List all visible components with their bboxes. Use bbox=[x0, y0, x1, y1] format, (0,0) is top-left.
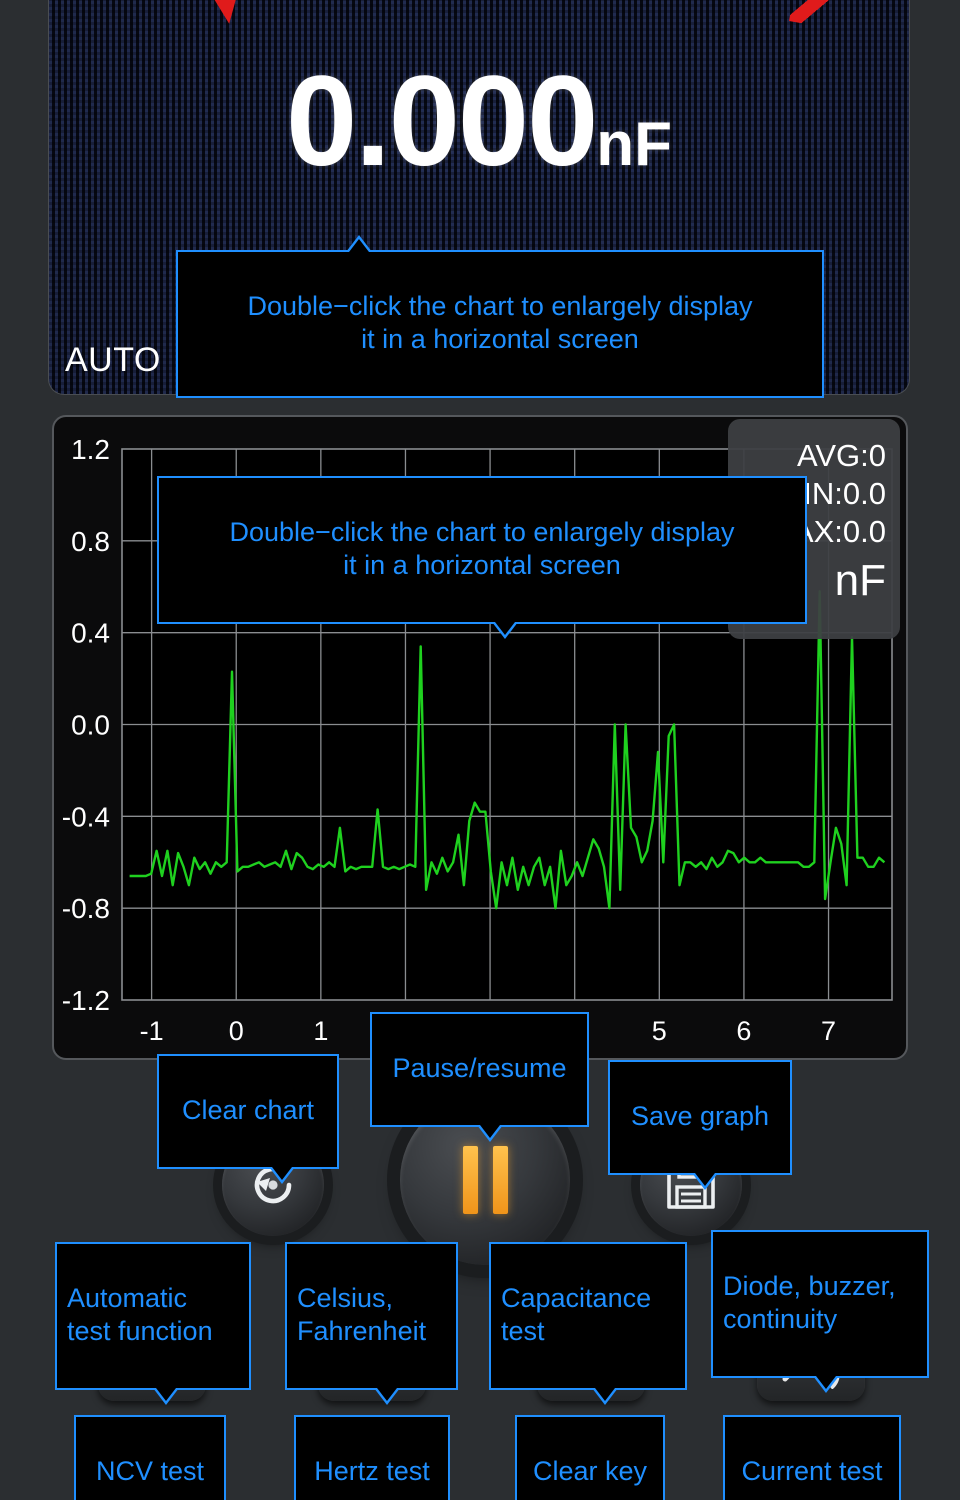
callout-clear-key-text: Clear key bbox=[532, 1455, 648, 1486]
callout-ncv-text: NCV test bbox=[95, 1455, 205, 1486]
callout-hertz: Hertz test bbox=[294, 1415, 450, 1500]
pause-icon bbox=[462, 1146, 508, 1214]
callout-auto-text: Automatic test function bbox=[67, 1282, 213, 1346]
callout-current: Current test bbox=[723, 1415, 901, 1500]
callout-celsius-fahrenheit-text: Celsius, Fahrenheit bbox=[297, 1282, 427, 1346]
svg-text:-1: -1 bbox=[140, 1016, 164, 1046]
svg-text:1.2: 1.2 bbox=[71, 434, 110, 465]
svg-text:6: 6 bbox=[736, 1016, 751, 1046]
callout-ncv: NCV test bbox=[74, 1415, 226, 1500]
callout-pause-resume-text: Pause/resume bbox=[392, 1052, 567, 1083]
callout-diode-buzzer-text: Diode, buzzer, continuity bbox=[723, 1270, 896, 1334]
callout-tail-icon bbox=[477, 1124, 503, 1142]
callout-tail-icon bbox=[346, 235, 372, 252]
callout-chart-text: Double−click the chart to enlargely disp… bbox=[229, 516, 735, 580]
callout-tail-icon bbox=[153, 1387, 179, 1405]
measurement-reading: 0.000nF bbox=[49, 58, 909, 186]
reading-value: 0.000 bbox=[285, 50, 598, 193]
callout-capacitance: Capacitance test bbox=[489, 1242, 687, 1405]
callout-current-text: Current test bbox=[741, 1455, 883, 1486]
callout-tail-icon bbox=[692, 1172, 718, 1190]
callout-diode-buzzer: Diode, buzzer, continuity bbox=[711, 1230, 929, 1393]
callout-auto: Automatic test function bbox=[55, 1242, 251, 1405]
callout-tail-icon bbox=[374, 1387, 400, 1405]
callout-tail-icon bbox=[269, 1166, 295, 1184]
callout-save-graph: Save graph bbox=[608, 1060, 792, 1190]
svg-text:7: 7 bbox=[821, 1016, 836, 1046]
callout-clear-chart-text: Clear chart bbox=[181, 1094, 315, 1125]
callout-display-text: Double−click the chart to enlargely disp… bbox=[247, 290, 753, 354]
callout-hertz-text: Hertz test bbox=[314, 1455, 430, 1486]
callout-capacitance-text: Capacitance test bbox=[501, 1282, 652, 1346]
svg-text:-1.2: -1.2 bbox=[62, 985, 110, 1016]
callout-display-doubleclick: Double−click the chart to enlargely disp… bbox=[176, 235, 824, 398]
callout-tail-icon bbox=[592, 1387, 618, 1405]
callout-celsius-fahrenheit: Celsius, Fahrenheit bbox=[285, 1242, 458, 1405]
svg-text:5: 5 bbox=[652, 1016, 667, 1046]
range-mode-label: AUTO bbox=[65, 341, 161, 379]
red-arrow-right-icon bbox=[789, 0, 851, 31]
callout-save-graph-text: Save graph bbox=[630, 1100, 770, 1131]
svg-text:1: 1 bbox=[313, 1016, 328, 1046]
callout-clear-chart: Clear chart bbox=[157, 1054, 339, 1184]
reading-unit: nF bbox=[596, 110, 673, 179]
callout-chart-doubleclick: Double−click the chart to enlargely disp… bbox=[157, 476, 807, 639]
multimeter-app-screen: 0.000nF AUTO Double−click the chart to e… bbox=[0, 0, 960, 1500]
svg-text:0: 0 bbox=[229, 1016, 244, 1046]
stat-avg: AVG:0 bbox=[796, 438, 886, 473]
callout-pause-resume: Pause/resume bbox=[370, 1012, 589, 1142]
callout-tail-icon bbox=[492, 621, 518, 639]
svg-text:0.8: 0.8 bbox=[71, 526, 110, 557]
callout-tail-icon bbox=[813, 1375, 839, 1393]
svg-text:0.4: 0.4 bbox=[71, 618, 110, 649]
svg-text:0.0: 0.0 bbox=[71, 710, 110, 741]
red-arrow-left-icon bbox=[195, 0, 255, 28]
callout-clear-key: Clear key bbox=[515, 1415, 665, 1500]
svg-text:-0.8: -0.8 bbox=[62, 893, 110, 924]
svg-text:-0.4: -0.4 bbox=[62, 801, 110, 832]
